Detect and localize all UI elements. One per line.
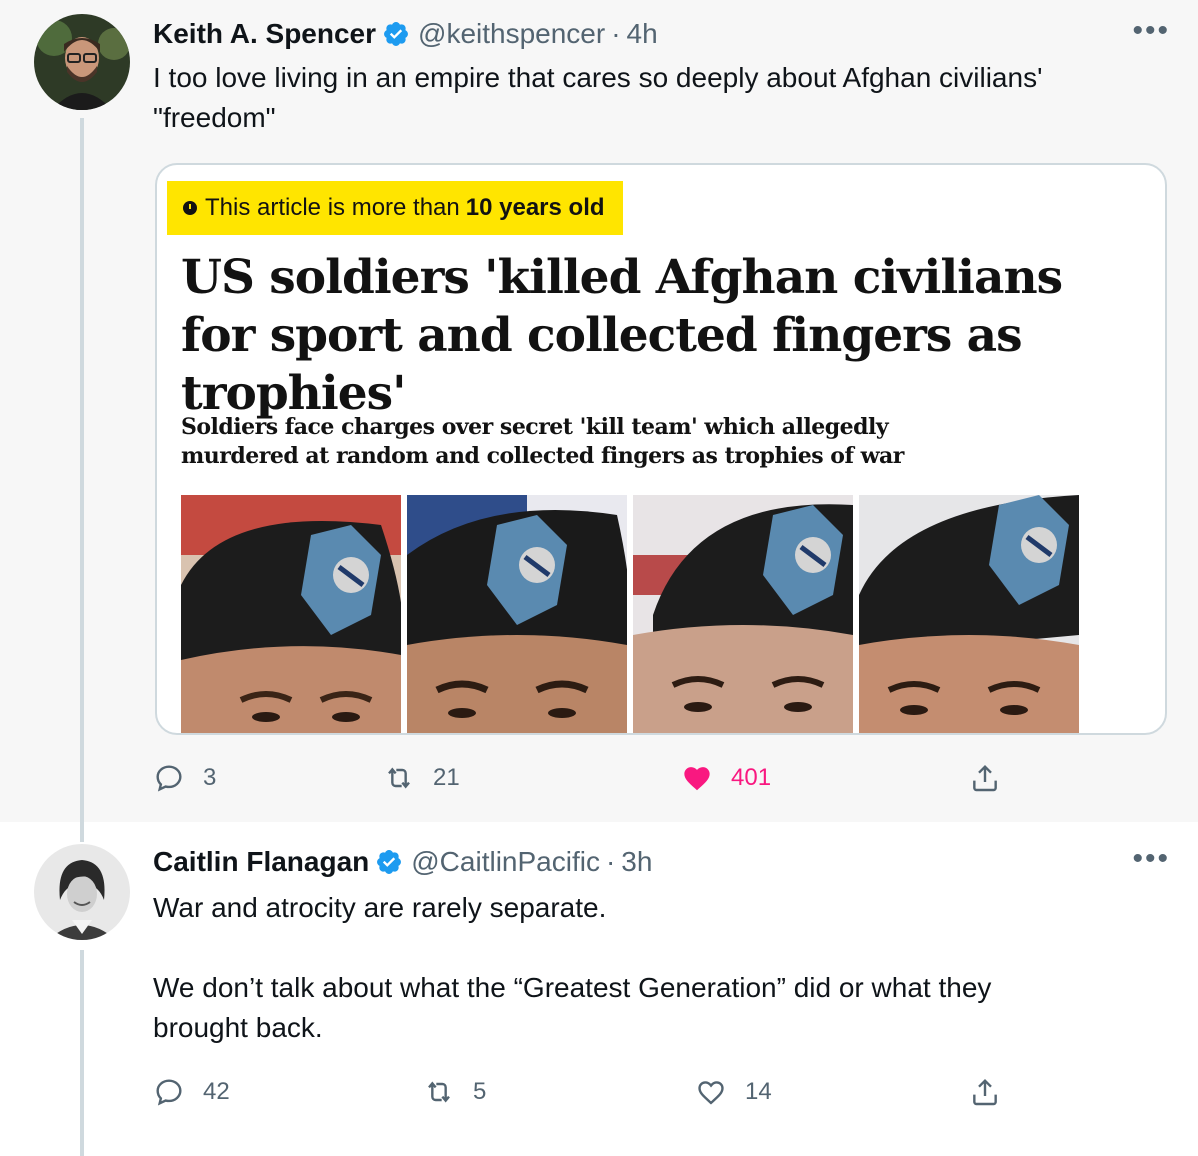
retweet-button[interactable]: 21 [383,758,460,798]
like-count: 401 [731,764,772,791]
soldier-photo [407,495,629,733]
like-icon [684,767,710,791]
reply-icon [156,1079,182,1106]
tweet-caitlin-flanagan[interactable]: Caitlin Flanagan @CaitlinPacific · 3h ••… [0,822,1198,1156]
tweet-text: I too love living in an empire that care… [153,62,1043,133]
verified-badge-icon [384,22,408,46]
separator-dot: · [611,18,621,49]
share-icon [973,1078,997,1106]
user-handle[interactable]: @CaitlinPacific [411,846,600,878]
display-name[interactable]: Caitlin Flanagan [153,846,369,878]
tweet-actions: 42 5 14 [153,1072,1053,1112]
more-icon[interactable]: ••• [1132,842,1170,876]
reply-icon [156,765,182,792]
article-photos [181,495,1081,733]
banner-text: This article is more than [205,194,460,221]
tweet-keith-spencer[interactable]: Keith A. Spencer @keithspencer · 4h ••• … [0,0,1198,822]
reply-count: 42 [203,1078,230,1105]
retweet-count: 21 [433,764,460,791]
soldier-photo [859,495,1081,733]
tweet-text: War and atrocity are rarely separate. We… [153,892,992,1043]
reply-button[interactable]: 42 [153,1072,230,1112]
share-button[interactable] [969,758,1019,798]
thread-line [80,950,84,1156]
verified-badge-icon [377,850,402,874]
banner-bold-text: 10 years old [465,194,605,221]
timestamp[interactable]: 4h [627,18,658,50]
like-button[interactable]: 401 [681,758,771,798]
soldier-photo [633,495,855,733]
share-button[interactable] [969,1072,1019,1112]
like-button[interactable]: 14 [695,1072,772,1112]
tweet-header: Caitlin Flanagan @CaitlinPacific · 3h [153,842,652,882]
avatar-caitlin-flanagan[interactable] [34,844,130,940]
share-icon [973,764,997,792]
like-count: 14 [745,1078,772,1105]
retweet-icon [428,1081,450,1103]
retweet-button[interactable]: 5 [423,1072,486,1112]
tweet-actions: 3 21 401 [153,758,1053,798]
clock-icon [183,201,197,215]
article-age-banner: This article is more than 10 years old [167,181,623,235]
thread-line [80,118,84,822]
more-icon[interactable]: ••• [1132,14,1170,48]
like-icon [698,1081,724,1105]
reply-button[interactable]: 3 [153,758,216,798]
timestamp[interactable]: 3h [621,846,652,878]
tweet-header: Keith A. Spencer @keithspencer · 4h [153,14,658,54]
separator-dot: · [605,846,616,877]
avatar-keith-spencer[interactable] [34,14,130,110]
retweet-count: 5 [473,1078,487,1105]
retweet-icon [388,767,410,789]
soldier-photo [181,495,403,733]
thread-line [80,822,84,842]
article-standfirst: Soldiers face charges over secret 'kill … [181,414,904,469]
article-headline: US soldiers 'killed Afghan civilians for… [181,250,1063,421]
reply-count: 3 [203,764,217,791]
user-handle[interactable]: @keithspencer [418,18,605,50]
article-card[interactable]: This article is more than 10 years old U… [155,163,1167,735]
display-name[interactable]: Keith A. Spencer [153,18,376,50]
